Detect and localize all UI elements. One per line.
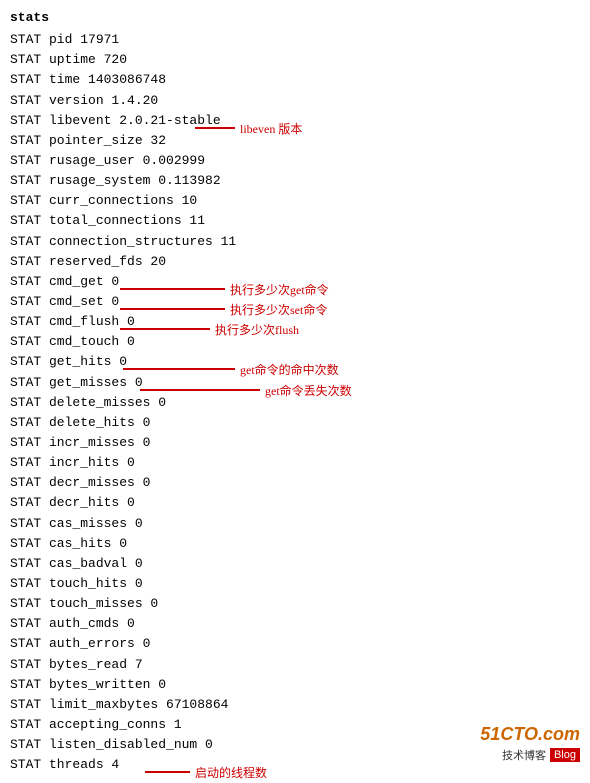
- stat-line: STAT rusage_system 0.113982: [10, 171, 580, 191]
- stat-line: STAT delete_hits 0: [10, 413, 580, 433]
- watermark: 51CTO.com 技术博客 Blog: [480, 724, 580, 763]
- watermark-blog: Blog: [550, 748, 580, 762]
- stat-line: STAT version 1.4.20: [10, 91, 580, 111]
- stat-line: STAT uptime 720: [10, 50, 580, 70]
- watermark-site: 51CTO.com: [480, 724, 580, 745]
- stat-line: STAT incr_misses 0: [10, 433, 580, 453]
- stat-lines: STAT pid 17971STAT uptime 720STAT time 1…: [10, 30, 580, 775]
- stat-line: STAT time 1403086748: [10, 70, 580, 90]
- stat-line: STAT cas_misses 0: [10, 514, 580, 534]
- stat-line: STAT cas_hits 0: [10, 534, 580, 554]
- stat-line: STAT cmd_set 0: [10, 292, 580, 312]
- stat-line: STAT touch_misses 0: [10, 594, 580, 614]
- stat-line: STAT auth_errors 0: [10, 634, 580, 654]
- stat-line: STAT cmd_touch 0: [10, 332, 580, 352]
- stat-line: STAT incr_hits 0: [10, 453, 580, 473]
- stat-line: STAT reserved_fds 20: [10, 252, 580, 272]
- stat-line: STAT bytes_written 0: [10, 675, 580, 695]
- stat-line: STAT get_hits 0: [10, 352, 580, 372]
- stat-line: STAT cas_badval 0: [10, 554, 580, 574]
- stat-line: STAT rusage_user 0.002999: [10, 151, 580, 171]
- stat-line: STAT decr_hits 0: [10, 493, 580, 513]
- stat-line: STAT connection_structures 11: [10, 232, 580, 252]
- stat-line: STAT curr_connections 10: [10, 191, 580, 211]
- main-content: stats STAT pid 17971STAT uptime 720STAT …: [10, 8, 580, 775]
- stat-line: STAT pid 17971: [10, 30, 580, 50]
- stat-line: STAT cmd_flush 0: [10, 312, 580, 332]
- stat-line: STAT touch_hits 0: [10, 574, 580, 594]
- stat-line: STAT get_misses 0: [10, 373, 580, 393]
- stat-line: STAT auth_cmds 0: [10, 614, 580, 634]
- stat-line: STAT delete_misses 0: [10, 393, 580, 413]
- stat-line: STAT decr_misses 0: [10, 473, 580, 493]
- stat-line: STAT limit_maxbytes 67108864: [10, 695, 580, 715]
- stats-title: stats: [10, 8, 580, 28]
- stat-line: STAT cmd_get 0: [10, 272, 580, 292]
- stat-line: STAT pointer_size 32: [10, 131, 580, 151]
- stat-line: STAT libevent 2.0.21-stable: [10, 111, 580, 131]
- stat-line: STAT total_connections 11: [10, 211, 580, 231]
- watermark-tech: 技术博客: [502, 747, 546, 763]
- stat-line: STAT bytes_read 7: [10, 655, 580, 675]
